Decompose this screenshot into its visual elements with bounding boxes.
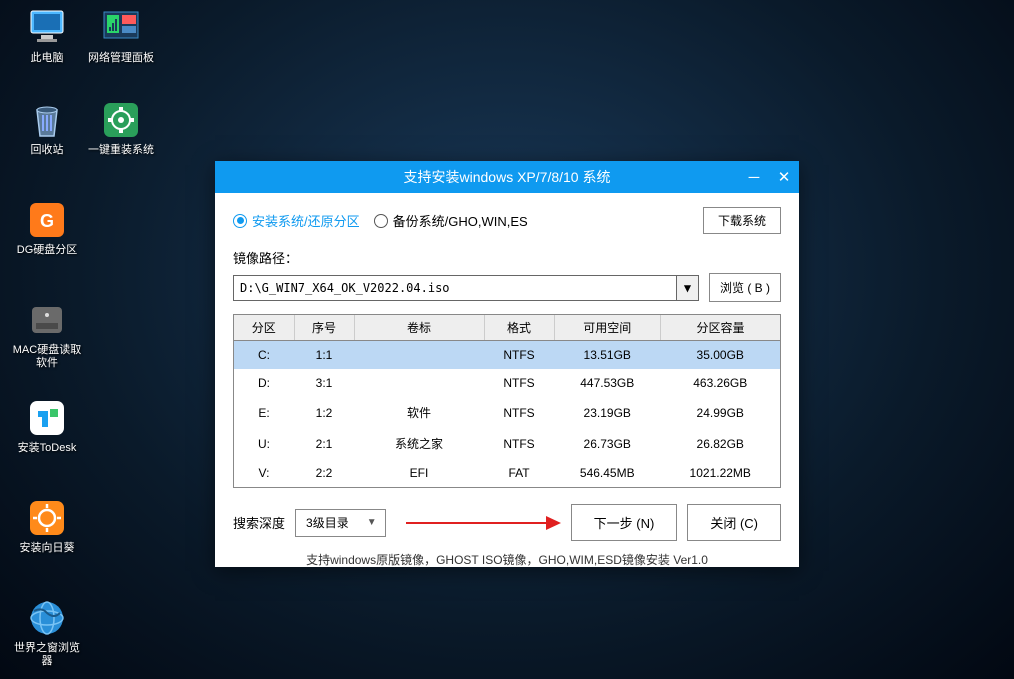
desktop-icon-todesk[interactable]: 安装ToDesk [12, 398, 82, 455]
trash-icon [27, 100, 67, 140]
path-label: 镜像路径： [233, 248, 781, 267]
gear-icon [101, 100, 141, 140]
browse-button[interactable]: 浏览 ( B ) [709, 273, 781, 302]
cell: 35.00GB [660, 341, 780, 370]
table-row[interactable]: E:1:2软件NTFS23.19GB24.99GB [234, 397, 780, 428]
dashboard-icon [101, 8, 141, 48]
radio-install[interactable]: 安装系统/还原分区 [233, 211, 360, 230]
diskgenius-icon: G [27, 200, 67, 240]
cell: 2:1 [294, 428, 354, 459]
desktop-icon-dg[interactable]: G DG硬盘分区 [12, 200, 82, 257]
cell: 24.99GB [660, 397, 780, 428]
svg-text:G: G [40, 211, 54, 231]
desktop-icon-reinstall[interactable]: 一键重装系统 [86, 100, 156, 157]
minimize-button[interactable]: ─ [745, 168, 763, 186]
cell: FAT [484, 459, 554, 487]
cell: 软件 [354, 397, 484, 428]
desktop-icon-mac[interactable]: MAC硬盘读取软件 [12, 300, 82, 370]
cell: D: [234, 369, 294, 397]
select-value: 3级目录 [306, 514, 349, 531]
cell: 26.73GB [554, 428, 660, 459]
cell: 1:2 [294, 397, 354, 428]
cell: NTFS [484, 341, 554, 370]
cell: 1:1 [294, 341, 354, 370]
table-row[interactable]: D:3:1 NTFS447.53GB463.26GB [234, 369, 780, 397]
icon-label: 回收站 [12, 144, 82, 157]
th-volume: 卷标 [354, 315, 484, 341]
th-format: 格式 [484, 315, 554, 341]
cell: 26.82GB [660, 428, 780, 459]
footer-text: 支持windows原版镜像，GHOST ISO镜像，GHO,WIM,ESD镜像安… [233, 541, 781, 572]
close-button-bottom[interactable]: 关闭 (C) [687, 504, 781, 541]
table-row[interactable]: V:2:2EFIFAT546.45MB1021.22MB [234, 459, 780, 487]
radio-label: 备份系统/GHO,WIN,ES [393, 211, 528, 230]
cell: NTFS [484, 428, 554, 459]
cell: EFI [354, 459, 484, 487]
desktop-icon-netpanel[interactable]: 网络管理面板 [86, 8, 156, 65]
icon-label: 世界之窗浏览器 [12, 642, 82, 668]
icon-label: 安装ToDesk [12, 442, 82, 455]
cell: 1021.22MB [660, 459, 780, 487]
table-row[interactable]: U:2:1系统之家NTFS26.73GB26.82GB [234, 428, 780, 459]
cell: 23.19GB [554, 397, 660, 428]
cell: NTFS [484, 397, 554, 428]
th-free: 可用空间 [554, 315, 660, 341]
desktop-icon-thispc[interactable]: 此电脑 [12, 8, 82, 65]
cell: 13.51GB [554, 341, 660, 370]
todesk-icon [27, 398, 67, 438]
table-row[interactable]: C:1:1 NTFS13.51GB35.00GB [234, 341, 780, 370]
cell [354, 341, 484, 370]
cell: C: [234, 341, 294, 370]
image-path-combobox[interactable]: D:\G_WIN7_X64_OK_V2022.04.iso ▼ [233, 275, 699, 301]
chevron-down-icon: ▼ [367, 517, 377, 528]
th-capacity: 分区容量 [660, 315, 780, 341]
cell: 2:2 [294, 459, 354, 487]
radio-backup[interactable]: 备份系统/GHO,WIN,ES [374, 211, 528, 230]
icon-label: 网络管理面板 [86, 52, 156, 65]
path-value: D:\G_WIN7_X64_OK_V2022.04.iso [240, 281, 450, 295]
cell: 系统之家 [354, 428, 484, 459]
hdd-icon [27, 300, 67, 340]
window-title: 支持安装windows XP/7/8/10 系统 [404, 167, 611, 187]
desktop-icon-recyclebin[interactable]: 回收站 [12, 100, 82, 157]
icon-label: DG硬盘分区 [12, 244, 82, 257]
radio-label: 安装系统/还原分区 [252, 211, 360, 230]
icon-label: 此电脑 [12, 52, 82, 65]
globe-icon [27, 598, 67, 638]
search-depth-label: 搜索深度 [233, 513, 285, 532]
next-button[interactable]: 下一步 (N) [571, 504, 678, 541]
download-system-button[interactable]: 下载系统 [703, 207, 781, 234]
cell: 463.26GB [660, 369, 780, 397]
icon-label: MAC硬盘读取软件 [12, 344, 82, 370]
titlebar: 支持安装windows XP/7/8/10 系统 ─ ✕ [215, 161, 799, 193]
desktop-icon-browser[interactable]: 世界之窗浏览器 [12, 598, 82, 668]
cell: E: [234, 397, 294, 428]
icon-label: 一键重装系统 [86, 144, 156, 157]
search-depth-select[interactable]: 3级目录 ▼ [295, 509, 386, 537]
arrow-annotation [396, 509, 561, 537]
cell [354, 369, 484, 397]
monitor-icon [27, 8, 67, 48]
close-button[interactable]: ✕ [775, 168, 793, 186]
th-index: 序号 [294, 315, 354, 341]
cell: V: [234, 459, 294, 487]
desktop-icon-sunflower[interactable]: 安装向日葵 [12, 498, 82, 555]
dropdown-icon[interactable]: ▼ [676, 276, 698, 300]
installer-window: 支持安装windows XP/7/8/10 系统 ─ ✕ 安装系统/还原分区 备… [215, 161, 799, 567]
partition-table: 分区 序号 卷标 格式 可用空间 分区容量 C:1:1NTFS13.51GB35… [233, 314, 781, 488]
cell: NTFS [484, 369, 554, 397]
icon-label: 安装向日葵 [12, 542, 82, 555]
cell: 3:1 [294, 369, 354, 397]
th-partition: 分区 [234, 315, 294, 341]
cell: 546.45MB [554, 459, 660, 487]
cell: 447.53GB [554, 369, 660, 397]
cell: U: [234, 428, 294, 459]
sunflower-icon [27, 498, 67, 538]
